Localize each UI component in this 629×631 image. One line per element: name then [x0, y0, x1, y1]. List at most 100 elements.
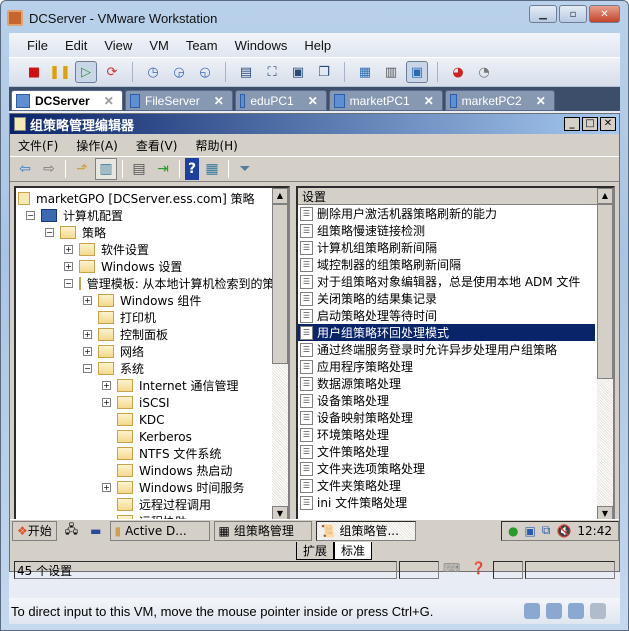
setting-row[interactable]: ☰ ini 文件策略处理: [298, 494, 595, 511]
setting-row[interactable]: ☰ 启动策略处理等待时间: [298, 307, 595, 324]
quick-switch-icon[interactable]: ▣: [287, 61, 309, 83]
close-tab-icon[interactable]: ✕: [200, 94, 224, 108]
tree-node[interactable]: + Windows 时间服务: [18, 479, 288, 496]
gpe-close-button[interactable]: ✕: [600, 117, 616, 131]
expand-icon[interactable]: +: [64, 262, 73, 271]
taskbar-button-gpmc[interactable]: ▦ 组策略管理: [213, 520, 312, 541]
snapshot-manager-icon[interactable]: ◵: [194, 61, 216, 83]
menu-windows[interactable]: Windows: [235, 38, 288, 53]
scroll-up-button[interactable]: ▲: [597, 188, 613, 204]
quick-launch-desktop-icon[interactable]: ▬: [86, 520, 106, 541]
tree-node[interactable]: Kerberos: [18, 428, 288, 445]
expand-icon[interactable]: +: [102, 381, 111, 390]
tab-dcserver[interactable]: DCServer ✕: [11, 90, 123, 111]
tree-node[interactable]: + Internet 通信管理: [18, 377, 288, 394]
setting-row[interactable]: ☰ 应用程序策略处理: [298, 358, 595, 375]
setting-row[interactable]: ☰ 计算机组策略刷新间隔: [298, 239, 595, 256]
pause-icon[interactable]: ❚❚: [49, 61, 71, 83]
menu-view[interactable]: View: [104, 38, 132, 53]
close-button[interactable]: ✕: [589, 5, 620, 23]
tree-vertical-scrollbar[interactable]: ▲ ▼: [272, 188, 288, 522]
cd-drive-icon[interactable]: [524, 603, 540, 619]
setting-row[interactable]: ☰ 环境策略处理: [298, 426, 595, 443]
column-header-setting[interactable]: 设置: [298, 188, 613, 205]
close-tab-icon[interactable]: ✕: [522, 94, 546, 108]
minimize-button[interactable]: ▁: [529, 5, 557, 23]
expand-icon[interactable]: +: [102, 398, 111, 407]
setting-row[interactable]: ☰ 文件夹策略处理: [298, 477, 595, 494]
menu-team[interactable]: Team: [186, 38, 218, 53]
menu-file[interactable]: File: [27, 38, 48, 53]
tab-standard[interactable]: 标准: [334, 542, 373, 560]
gpe-menu-action[interactable]: 操作(A): [76, 137, 118, 154]
summary-icon[interactable]: ▦: [354, 61, 376, 83]
vmware-tools-icon[interactable]: ●: [508, 524, 518, 538]
help-icon[interactable]: ?: [185, 158, 199, 180]
setting-row[interactable]: ☰ 通过终端服务登录时允许异步处理用户组策略: [298, 341, 595, 358]
network-adapter-icon[interactable]: [568, 603, 584, 619]
back-arrow-icon[interactable]: ⇦: [14, 158, 36, 180]
menu-edit[interactable]: Edit: [65, 38, 87, 53]
close-tab-icon[interactable]: ✕: [90, 94, 114, 108]
expand-icon[interactable]: +: [83, 296, 92, 305]
setting-row[interactable]: ☰ 删除用户激活机器策略刷新的能力: [298, 205, 595, 222]
properties-icon[interactable]: ▤: [128, 158, 150, 180]
taskbar-button-active-directory[interactable]: ▮ Active D...: [109, 520, 210, 541]
collapse-icon[interactable]: −: [26, 211, 35, 220]
setting-row[interactable]: ☰ 文件夹选项策略处理: [298, 460, 595, 477]
tab-fileserver[interactable]: FileServer ✕: [124, 90, 233, 111]
expand-icon[interactable]: +: [64, 245, 73, 254]
gpe-minimize-button[interactable]: _: [564, 117, 580, 131]
appliance-icon[interactable]: ▥: [380, 61, 402, 83]
message-log-icon[interactable]: [590, 603, 606, 619]
console-view-icon[interactable]: ▣: [406, 61, 428, 83]
up-folder-icon[interactable]: ⬏: [71, 158, 93, 180]
gpe-maximize-button[interactable]: □: [582, 117, 598, 131]
play-icon[interactable]: ▷: [75, 61, 97, 83]
tree-node[interactable]: − 计算机配置: [18, 207, 288, 224]
close-tab-icon[interactable]: ✕: [410, 94, 434, 108]
setting-row[interactable]: ☰ 文件策略处理: [298, 443, 595, 460]
tree-node[interactable]: KDC: [18, 411, 288, 428]
tree-node[interactable]: + 网络: [18, 343, 288, 360]
taskbar-button-gpe[interactable]: 📜 组策略管...: [315, 520, 416, 541]
setting-row[interactable]: ☰ 关闭策略的结果集记录: [298, 290, 595, 307]
tab-marketpc2[interactable]: marketPC2 ✕: [444, 90, 555, 111]
scroll-thumb[interactable]: [272, 204, 288, 364]
collapse-icon[interactable]: −: [64, 279, 73, 288]
menu-help[interactable]: Help: [304, 38, 331, 53]
tree-node[interactable]: − 策略: [18, 224, 288, 241]
tab-edupc1[interactable]: eduPC1 ✕: [234, 90, 327, 111]
tree-node[interactable]: + Windows 设置: [18, 258, 288, 275]
tree-node[interactable]: Windows 热启动: [18, 462, 288, 479]
network-icon[interactable]: ▣: [525, 524, 536, 538]
network-connections-icon[interactable]: ⧉: [542, 523, 551, 538]
setting-row[interactable]: ☰ 对于组策略对象编辑器，总是使用本地 ADM 文件: [298, 273, 595, 290]
replay-icon[interactable]: ◔: [473, 61, 495, 83]
setting-row[interactable]: ☰ 设备策略处理: [298, 392, 595, 409]
start-button[interactable]: ❖ 开始: [12, 520, 57, 541]
setting-row[interactable]: ☰ 数据源策略处理: [298, 375, 595, 392]
tree-node[interactable]: + 控制面板: [18, 326, 288, 343]
volume-muted-icon[interactable]: 🔇: [556, 524, 571, 538]
gpe-menu-file[interactable]: 文件(F): [18, 137, 58, 154]
stop-icon[interactable]: ■: [23, 61, 45, 83]
forward-arrow-icon[interactable]: ⇨: [38, 158, 60, 180]
tab-marketpc1[interactable]: marketPC1 ✕: [328, 90, 443, 111]
tree-node[interactable]: − 管理模板: 从本地计算机检索到的策略定义: [18, 275, 288, 292]
scroll-thumb[interactable]: [597, 204, 613, 379]
collapse-icon[interactable]: −: [83, 364, 92, 373]
hard-disk-icon[interactable]: [546, 603, 562, 619]
snapshot-icon[interactable]: ◷: [142, 61, 164, 83]
show-hide-tree-icon[interactable]: ▥: [95, 158, 117, 180]
tree-node[interactable]: NTFS 文件系统: [18, 445, 288, 462]
menu-vm[interactable]: VM: [149, 38, 169, 53]
tree-node[interactable]: + iSCSI: [18, 394, 288, 411]
setting-row[interactable]: ☰ 用户组策略环回处理模式: [298, 324, 595, 341]
tree-node[interactable]: + 软件设置: [18, 241, 288, 258]
setting-row[interactable]: ☰ 域控制器的组策略刷新间隔: [298, 256, 595, 273]
expand-icon[interactable]: +: [102, 483, 111, 492]
show-action-pane-icon[interactable]: ▦: [201, 158, 223, 180]
expand-icon[interactable]: +: [83, 347, 92, 356]
gpe-menu-view[interactable]: 查看(V): [136, 137, 178, 154]
